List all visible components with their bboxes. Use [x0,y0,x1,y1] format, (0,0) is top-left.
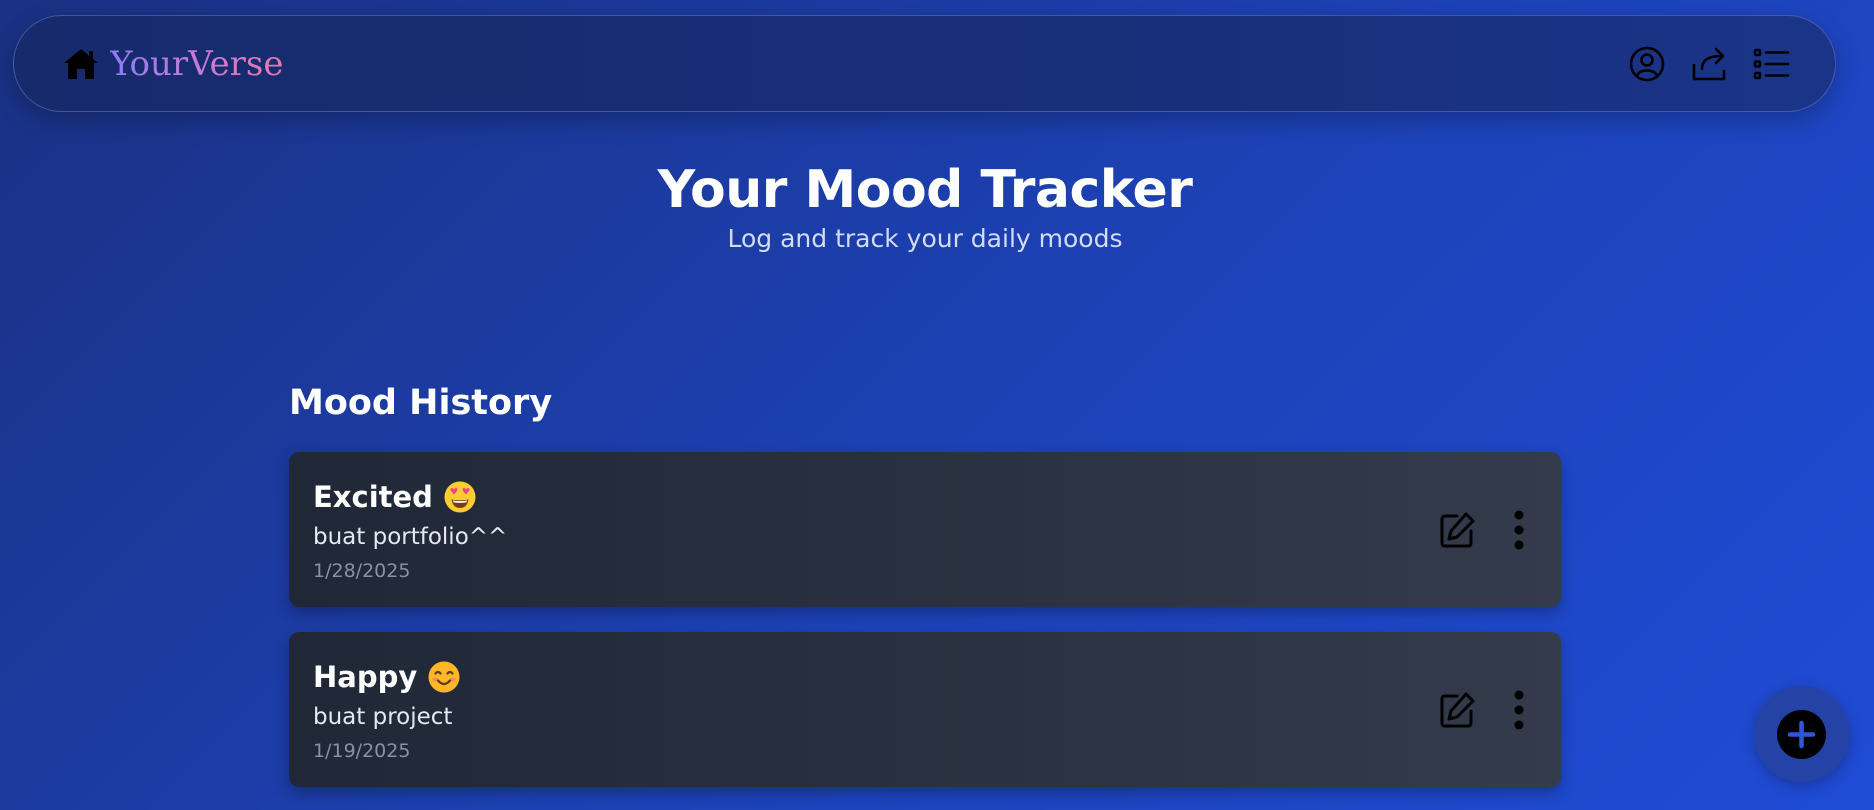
star-struck-emoji-icon [444,481,476,513]
mood-entry-card: Excited buat portfolio^^ 1/28/2025 [289,452,1561,607]
brand-link[interactable]: YourVerse [62,46,284,82]
page-subtitle: Log and track your daily moods [727,224,1123,253]
mood-note: buat portfolio^^ [313,524,508,550]
mood-date: 1/28/2025 [313,560,411,582]
more-options-icon[interactable] [1511,510,1527,550]
plus-icon[interactable] [1777,710,1826,759]
section-title: Mood History [289,383,553,423]
mood-label: Excited [313,480,433,514]
page-title: Your Mood Tracker [657,160,1193,220]
brand-name[interactable]: YourVerse [110,46,284,82]
user-circle-icon[interactable] [1628,45,1666,83]
mood-note: buat project [313,704,453,730]
mood-entry-card: Happy buat project 1/19/2025 [289,632,1561,787]
mood-date: 1/19/2025 [313,740,411,762]
edit-icon[interactable] [1437,510,1477,550]
mood-label: Happy [313,660,418,694]
edit-icon[interactable] [1437,690,1477,730]
home-icon[interactable] [62,47,100,81]
share-icon[interactable] [1690,45,1728,83]
nav-actions [1628,45,1790,83]
mood-entry-header: Happy [313,660,461,694]
smiling-face-emoji-icon [428,661,460,693]
list-icon[interactable] [1752,45,1790,83]
mood-entry-header: Excited [313,480,477,514]
more-options-icon[interactable] [1511,690,1527,730]
top-navbar: YourVerse [13,15,1836,112]
